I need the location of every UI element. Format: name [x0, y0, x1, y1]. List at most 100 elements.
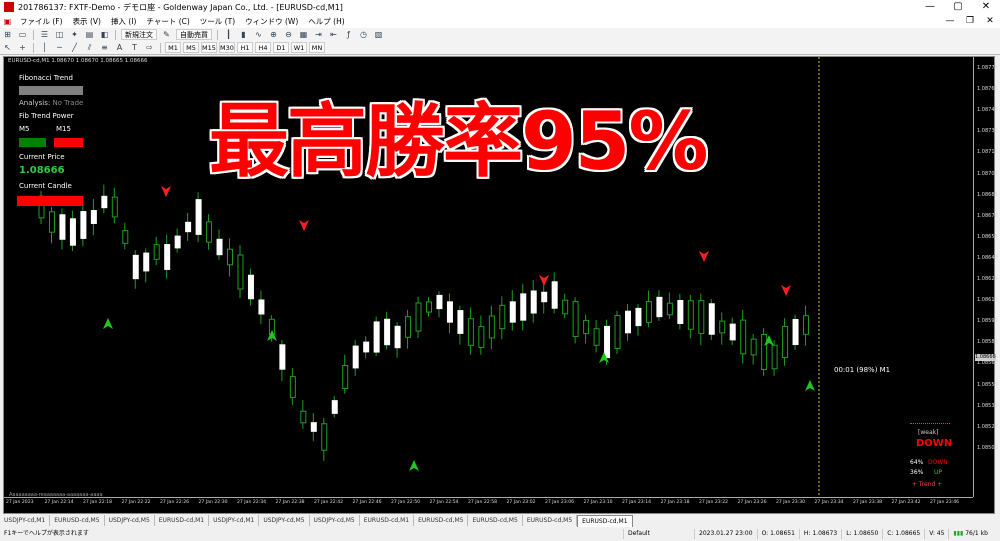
- menu-chart[interactable]: チャート (C): [141, 16, 194, 27]
- candle: [614, 314, 621, 350]
- mdi-close-button[interactable]: ✕: [980, 16, 1000, 26]
- menu-tools[interactable]: ツール (T): [195, 16, 240, 27]
- time-axis-label: 27 Jan 22:14: [44, 500, 74, 505]
- chart-tab[interactable]: EURUSD-cd,M5: [414, 515, 469, 526]
- horizontal-line-icon[interactable]: ─: [54, 43, 65, 52]
- terminal-icon[interactable]: ▤: [84, 30, 95, 39]
- chart-tab[interactable]: USDJPY-cd,M5: [259, 515, 310, 526]
- timeframe-m30[interactable]: M30: [219, 42, 235, 53]
- candle: [321, 423, 328, 451]
- timeframe-h4[interactable]: H4: [255, 42, 271, 53]
- data-window-icon[interactable]: ◫: [54, 30, 65, 39]
- toolbar-separator: [160, 42, 161, 53]
- chart-tab[interactable]: EURUSD-cd,M1: [577, 514, 633, 527]
- fibonacci-icon[interactable]: ≡: [99, 43, 110, 52]
- price-axis-label: 1.08760: [977, 86, 998, 93]
- autoscroll-icon[interactable]: ⇥: [313, 30, 324, 39]
- trendline-icon[interactable]: ╱: [69, 43, 80, 52]
- label-tool-icon[interactable]: T: [129, 43, 140, 52]
- candle: [666, 302, 673, 316]
- menu-insert[interactable]: 挿入 (I): [106, 16, 141, 27]
- candle-countdown: 00:01 (98%) M1: [834, 366, 891, 374]
- chart-window[interactable]: EURUSD-cd,M1 1.08670 1.08670 1.08665 1.0…: [3, 56, 998, 514]
- toolbar-separator: [33, 42, 34, 53]
- market-watch-icon[interactable]: ☰: [39, 30, 50, 39]
- candle: [227, 248, 234, 266]
- timeframe-w1[interactable]: W1: [291, 42, 307, 53]
- chart-tab[interactable]: EURUSD-cd,M5: [523, 515, 578, 526]
- maximize-button[interactable]: ▢: [944, 0, 972, 14]
- bar-chart-icon[interactable]: ┃: [223, 30, 234, 39]
- timeframe-d1[interactable]: D1: [273, 42, 289, 53]
- chart-shift-icon[interactable]: ⇤: [328, 30, 339, 39]
- candle: [792, 318, 799, 346]
- text-tool-icon[interactable]: A: [114, 43, 125, 52]
- chart-tab[interactable]: USDJPY-cd,M5: [310, 515, 360, 526]
- connection-icon: ▮▮▮: [953, 530, 964, 537]
- candle: [153, 244, 160, 260]
- timeframe-m1[interactable]: M1: [165, 42, 181, 53]
- close-window-button[interactable]: ✕: [972, 0, 1000, 14]
- menu-view[interactable]: 表示 (V): [68, 16, 106, 27]
- indicators-icon[interactable]: ƒ: [343, 30, 354, 39]
- candle: [656, 296, 663, 318]
- zoom-in-icon[interactable]: ⊕: [268, 30, 279, 39]
- time-axis-label: 27 Jan 22:26: [160, 500, 190, 505]
- chart-tab[interactable]: EURUSD-cd,M5: [50, 515, 105, 526]
- templates-icon[interactable]: ▧: [373, 30, 384, 39]
- menu-window[interactable]: ウィンドウ (W): [240, 16, 303, 27]
- chart-tab[interactable]: EURUSD-cd,M1: [155, 515, 210, 526]
- channel-icon[interactable]: ⫽: [84, 43, 95, 52]
- time-axis[interactable]: 27 Jan 2023 27 Jan 22:14 27 Jan 22:18 27 Ja…: [4, 497, 973, 514]
- price-axis[interactable]: 1.08666 1.08775 1.08760 1.08745 1.08730 1.08…: [973, 57, 998, 497]
- chart-tab[interactable]: EURUSD-cd,M1: [360, 515, 415, 526]
- periods-icon[interactable]: ◷: [358, 30, 369, 39]
- timeframe-m15[interactable]: M15: [201, 42, 217, 53]
- time-axis-label: 27 Jan 22:30: [198, 500, 228, 505]
- mdi-restore-button[interactable]: ❐: [960, 16, 980, 26]
- profiles-icon[interactable]: ▭: [17, 30, 28, 39]
- timeframe-mn[interactable]: MN: [309, 42, 325, 53]
- new-chart-icon[interactable]: ⊞: [2, 30, 13, 39]
- mdi-minimize-button[interactable]: —: [940, 16, 960, 26]
- menu-help[interactable]: ヘルプ (H): [303, 16, 349, 27]
- candle: [771, 344, 778, 370]
- price-axis-label: 1.08505: [977, 444, 998, 451]
- time-axis-label: 27 Jan 22:42: [314, 500, 344, 505]
- m15-power-bar: [54, 138, 83, 147]
- minimize-button[interactable]: —: [916, 0, 944, 14]
- crosshair-icon[interactable]: +: [17, 43, 28, 52]
- tester-icon[interactable]: ◧: [99, 30, 110, 39]
- new-order-button[interactable]: 新規注文: [121, 29, 157, 40]
- tile-windows-icon[interactable]: ▦: [298, 30, 309, 39]
- vertical-line-icon[interactable]: │: [39, 43, 50, 52]
- chart-tab[interactable]: USDJPY-cd,M5: [105, 515, 155, 526]
- candle: [331, 400, 338, 414]
- timeframe-m5[interactable]: M5: [183, 42, 199, 53]
- cursor-icon[interactable]: ↖: [2, 43, 13, 52]
- timeframe-h1[interactable]: H1: [237, 42, 253, 53]
- sell-arrow-icon: [161, 186, 171, 197]
- candle: [415, 302, 422, 332]
- metaeditor-icon[interactable]: ✎: [161, 30, 172, 39]
- auto-trading-button[interactable]: 自動売買: [176, 29, 212, 40]
- line-chart-icon[interactable]: ∿: [253, 30, 264, 39]
- arrows-icon[interactable]: ⇨: [144, 43, 155, 52]
- chart-tab[interactable]: EURUSD-cd,M5: [468, 515, 523, 526]
- time-axis-label: 27 Jan 22:34: [237, 500, 267, 505]
- candle: [80, 211, 87, 239]
- chart-tab[interactable]: USDJPY-cd,M1: [209, 515, 260, 526]
- candle: [457, 310, 464, 334]
- candle: [624, 310, 631, 334]
- profile-status: Default: [623, 529, 694, 539]
- chart-tab[interactable]: USDJPY-cd,M1: [0, 515, 51, 526]
- zoom-out-icon[interactable]: ⊖: [283, 30, 294, 39]
- candle: [583, 319, 590, 335]
- candle: [342, 364, 349, 390]
- buy-arrow-icon: [409, 460, 419, 471]
- candlestick-icon[interactable]: ▮: [238, 30, 249, 39]
- candle: [143, 252, 150, 272]
- navigator-icon[interactable]: ✦: [69, 30, 80, 39]
- candle: [635, 307, 642, 327]
- menu-file[interactable]: ファイル (F): [15, 16, 68, 27]
